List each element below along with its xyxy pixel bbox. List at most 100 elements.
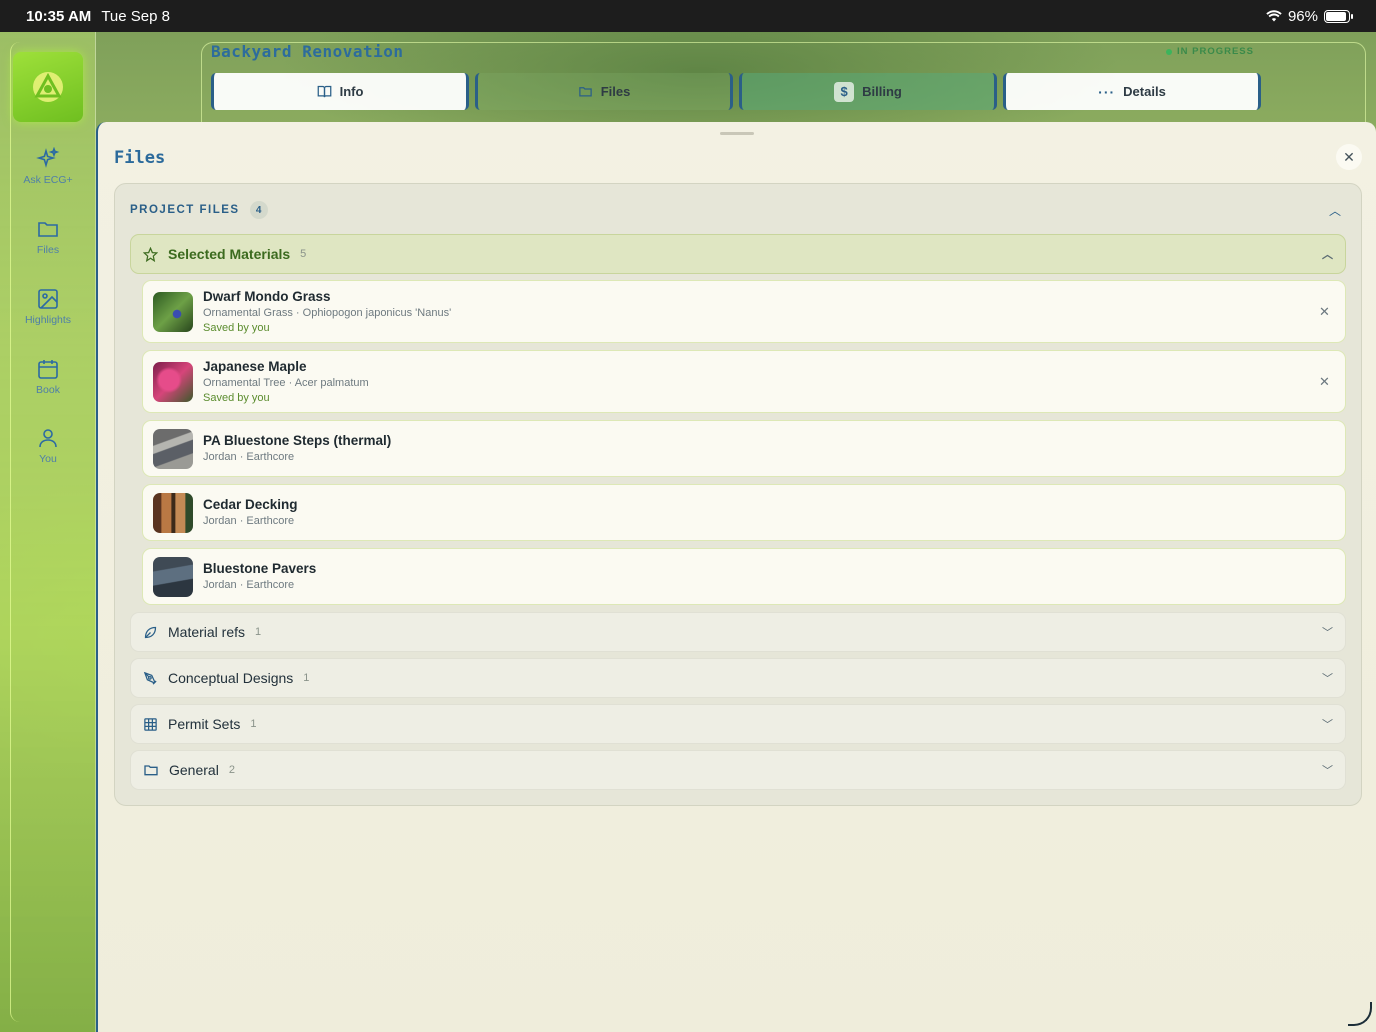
sidebar: Ask ECG+ Files Highlights Book You: [0, 32, 96, 1032]
sheet-title: Files: [114, 148, 166, 168]
sidebar-item-ask[interactable]: Ask ECG+: [0, 147, 96, 186]
tab-label: Files: [600, 84, 631, 99]
status-time: 10:35 AM: [26, 7, 92, 25]
chevron-up-icon: ︿: [1322, 249, 1333, 261]
list-item[interactable]: Bluestone Pavers Jordan · Earthcore: [142, 548, 1346, 605]
item-name: Japanese Maple: [203, 359, 307, 374]
item-name: Dwarf Mondo Grass: [203, 289, 331, 304]
group-label: Material refs: [168, 624, 246, 640]
chevron-down-icon: ﹀: [1322, 719, 1333, 731]
group-label: General: [169, 762, 219, 778]
material-thumbnail: [153, 557, 193, 597]
list-item[interactable]: Cedar Decking Jordan · Earthcore: [142, 484, 1346, 541]
group-material-refs[interactable]: Material refs 1 ﹀: [130, 612, 1346, 652]
sidebar-item-label: Book: [36, 384, 60, 396]
status-badge: IN PROGRESS: [1166, 46, 1254, 57]
group-conceptual-designs[interactable]: Conceptual Designs 1 ﹀: [130, 658, 1346, 698]
item-name: PA Bluestone Steps (thermal): [203, 433, 392, 448]
chevron-down-icon: ﹀: [1322, 627, 1333, 639]
tab-files[interactable]: Files: [475, 73, 733, 110]
section-header[interactable]: PROJECT FILES 4: [130, 201, 268, 219]
tab-label: Billing: [862, 84, 902, 99]
list-item[interactable]: Dwarf Mondo Grass Ornamental Grass · Oph…: [142, 280, 1346, 343]
group-label: Conceptual Designs: [168, 670, 294, 686]
chevron-up-icon[interactable]: ︿: [1329, 202, 1341, 219]
group-label: Selected Materials: [168, 246, 291, 262]
status-label: IN PROGRESS: [1177, 46, 1254, 57]
remove-icon[interactable]: ✕: [1319, 374, 1330, 390]
battery-icon: [1324, 9, 1353, 23]
sidebar-item-label: Ask ECG+: [23, 174, 73, 186]
status-date: Tue Sep 8: [101, 7, 170, 25]
chevron-down-icon: ﹀: [1322, 765, 1333, 777]
status-right: 96%: [1266, 7, 1353, 25]
group-count: 2: [228, 764, 235, 776]
item-subtitle: Jordan · Earthcore: [203, 451, 295, 463]
group-count: 5: [300, 248, 307, 260]
dollar-icon: $: [834, 81, 855, 102]
chevron-down-icon: ﹀: [1322, 673, 1333, 685]
material-thumbnail: [153, 362, 193, 402]
sidebar-item-label: Files: [36, 244, 60, 256]
sidebar-item-label: You: [39, 453, 57, 465]
status-dot-icon: [1166, 48, 1172, 55]
item-saved: Saved by you: [203, 322, 270, 334]
group-selected-materials[interactable]: Selected Materials 5 ︿: [130, 234, 1346, 274]
list-item[interactable]: PA Bluestone Steps (thermal) Jordan · Ea…: [142, 420, 1346, 477]
tab-billing[interactable]: $ Billing: [739, 73, 997, 110]
section-label: PROJECT FILES: [130, 204, 240, 216]
tab-label: Info: [339, 84, 364, 99]
folder-icon: [144, 765, 158, 776]
tab-label: Details: [1123, 84, 1166, 99]
item-name: Bluestone Pavers: [203, 561, 317, 576]
group-count: 1: [303, 672, 310, 684]
leaf-icon: [144, 626, 157, 638]
group-permit-sets[interactable]: Permit Sets 1 ﹀: [130, 704, 1346, 744]
close-button[interactable]: ✕: [1336, 144, 1362, 170]
calendar-icon: [38, 360, 58, 379]
project-title: Backyard Renovation: [211, 42, 404, 61]
section-count-badge: 4: [249, 201, 268, 219]
tab-info[interactable]: Info: [211, 73, 469, 110]
material-thumbnail: [153, 429, 193, 469]
files-sheet: Files ✕ PROJECT FILES 4 ︿ Selected Mater…: [96, 122, 1376, 1032]
table-icon: [144, 717, 157, 731]
logo-icon: [33, 72, 63, 102]
sheet-grabber[interactable]: [720, 132, 754, 135]
status-bar: 10:35 AM Tue Sep 8 96%: [0, 0, 1376, 32]
star-icon: [143, 246, 158, 262]
battery-percent: 96%: [1287, 7, 1318, 25]
item-subtitle: Ornamental Tree · Acer palmatum: [203, 377, 369, 389]
group-label: Permit Sets: [168, 716, 241, 732]
app-logo-button[interactable]: [13, 52, 83, 122]
sidebar-item-highlights[interactable]: Highlights: [0, 287, 96, 326]
sparkles-icon: [36, 147, 60, 168]
item-subtitle: Ornamental Grass · Ophiopogon japonicus …: [203, 307, 452, 319]
sidebar-item-book[interactable]: Book: [0, 357, 96, 396]
material-thumbnail: [153, 292, 193, 332]
pen-tool-icon: [143, 671, 157, 685]
item-saved: Saved by you: [203, 392, 270, 404]
item-name: Cedar Decking: [203, 497, 298, 512]
folder-icon: [578, 87, 592, 97]
sidebar-item-files[interactable]: Files: [0, 217, 96, 256]
folder-icon: [38, 222, 58, 237]
close-icon: ✕: [1343, 148, 1355, 165]
material-thumbnail: [153, 493, 193, 533]
group-general[interactable]: General 2 ﹀: [130, 750, 1346, 790]
item-subtitle: Jordan · Earthcore: [203, 515, 295, 527]
sidebar-item-you[interactable]: You: [0, 426, 96, 465]
book-icon: [317, 85, 331, 98]
person-icon: [39, 429, 57, 448]
list-item[interactable]: Japanese Maple Ornamental Tree · Acer pa…: [142, 350, 1346, 413]
sidebar-item-label: Highlights: [24, 314, 72, 326]
resize-handle-icon[interactable]: [1348, 1002, 1372, 1026]
group-count: 1: [255, 626, 262, 638]
group-count: 1: [250, 718, 257, 730]
image-icon: [38, 289, 58, 309]
ellipsis-icon: ···: [1098, 83, 1116, 100]
wifi-icon: [1266, 10, 1282, 22]
tab-details[interactable]: ··· Details: [1003, 73, 1261, 110]
remove-icon[interactable]: ✕: [1319, 304, 1330, 320]
project-files-panel: PROJECT FILES 4 ︿ Selected Materials 5 ︿…: [114, 183, 1362, 806]
